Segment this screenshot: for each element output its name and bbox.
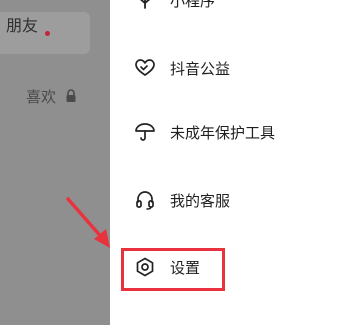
friends-tab-label: 朋友: [6, 16, 39, 35]
mini-program-icon: [139, 0, 151, 9]
umbrella-icon: [135, 123, 155, 141]
menu-item-mini-program[interactable]: 小程序: [134, 0, 215, 13]
annotation-arrow: [66, 197, 110, 248]
menu-item-label: 抖音公益: [170, 59, 231, 78]
notification-dot: [45, 31, 50, 36]
lock-icon: [66, 89, 76, 102]
menu-item-label: 小程序: [170, 0, 216, 10]
menu-item-label: 未成年保护工具: [170, 123, 276, 142]
menu-item-customer-service[interactable]: 我的客服: [134, 187, 230, 213]
menu-item-label: 我的客服: [170, 191, 231, 210]
heart-hands-icon: [135, 59, 155, 76]
settings-highlight-box: [121, 248, 225, 291]
menu-item-douyin-charity[interactable]: 抖音公益: [134, 55, 230, 81]
headset-icon: [136, 191, 154, 210]
menu-item-minor-protection[interactable]: 未成年保护工具: [134, 119, 275, 145]
likes-tab-label[interactable]: 喜欢: [26, 86, 56, 107]
